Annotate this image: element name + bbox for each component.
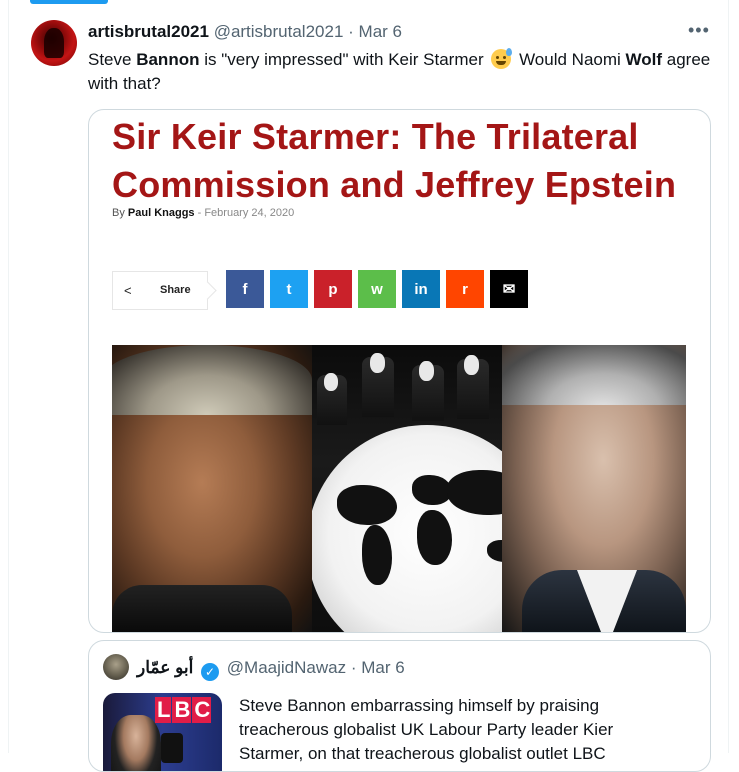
quoted-display-name[interactable]: أبو عمّار <box>137 658 193 677</box>
timeline-border-left <box>8 0 9 753</box>
tweet-text: Steve Bannon is "very impressed" with Ke… <box>88 48 718 96</box>
tweet-text-part3: Would Naomi <box>514 50 626 69</box>
share-icon: < <box>124 283 132 298</box>
timeline-border-right <box>728 0 729 753</box>
quoted-separator-dot: · <box>350 658 357 677</box>
article-byline: By Paul Knaggs - February 24, 2020 <box>112 207 294 219</box>
byline-author: Paul Knaggs <box>127 207 195 219</box>
tweet-text-part2: is "very impressed" with Keir Starmer <box>199 50 489 69</box>
verified-badge-icon: ✓ <box>201 663 220 681</box>
quoted-handle[interactable]: @MaajidNawaz <box>227 658 346 677</box>
tweet-header: artisbrutal2021 @artisbrutal2021 · Mar 6 <box>88 22 402 42</box>
share-box: < Share <box>112 271 217 310</box>
facebook-icon: f <box>226 270 264 308</box>
whatsapp-icon: w <box>358 270 396 308</box>
article-card[interactable]: Sir Keir Starmer: The Trilateral Commiss… <box>88 109 711 633</box>
quoted-date[interactable]: Mar 6 <box>361 658 404 677</box>
tweet-text-bold1: Bannon <box>136 50 200 69</box>
user-handle[interactable]: @artisbrutal2021 <box>214 22 344 41</box>
linkedin-icon: in <box>402 270 440 308</box>
twitter-icon: t <box>270 270 308 308</box>
share-label: Share <box>160 284 191 296</box>
quoted-media-thumbnail[interactable]: LBC <box>103 693 222 771</box>
quoted-tweet-text: Steve Bannon embarrassing himself by pra… <box>239 696 614 763</box>
reddit-icon: r <box>446 270 484 308</box>
email-icon: ✉ <box>490 270 528 308</box>
avatar[interactable] <box>31 20 77 66</box>
avatar-figure <box>44 28 64 58</box>
active-tab-indicator <box>30 0 108 4</box>
tweet-text-bold2: Wolf <box>625 50 663 69</box>
display-name[interactable]: artisbrutal2021 <box>88 22 209 41</box>
byline-date: February 24, 2020 <box>204 207 295 219</box>
tweet-date[interactable]: Mar 6 <box>359 22 402 41</box>
article-image <box>112 345 686 632</box>
pinterest-icon: p <box>314 270 352 308</box>
byline-separator: - <box>197 207 202 219</box>
quoted-tweet[interactable]: أبو عمّار ✓ @MaajidNawaz · Mar 6 LBC Ste… <box>88 640 711 772</box>
lbc-logo: LBC <box>155 697 212 723</box>
separator-dot: · <box>348 22 354 41</box>
byline-by: By <box>112 207 125 219</box>
tweet-text-part1: Steve <box>88 50 137 69</box>
quoted-avatar[interactable] <box>103 654 129 680</box>
article-headline: Sir Keir Starmer: The Trilateral Commiss… <box>112 116 677 205</box>
more-options-icon[interactable]: ••• <box>688 20 710 41</box>
sweat-smile-emoji-icon <box>491 48 513 69</box>
quoted-header: أبو عمّار ✓ @MaajidNawaz · Mar 6 <box>137 658 405 681</box>
